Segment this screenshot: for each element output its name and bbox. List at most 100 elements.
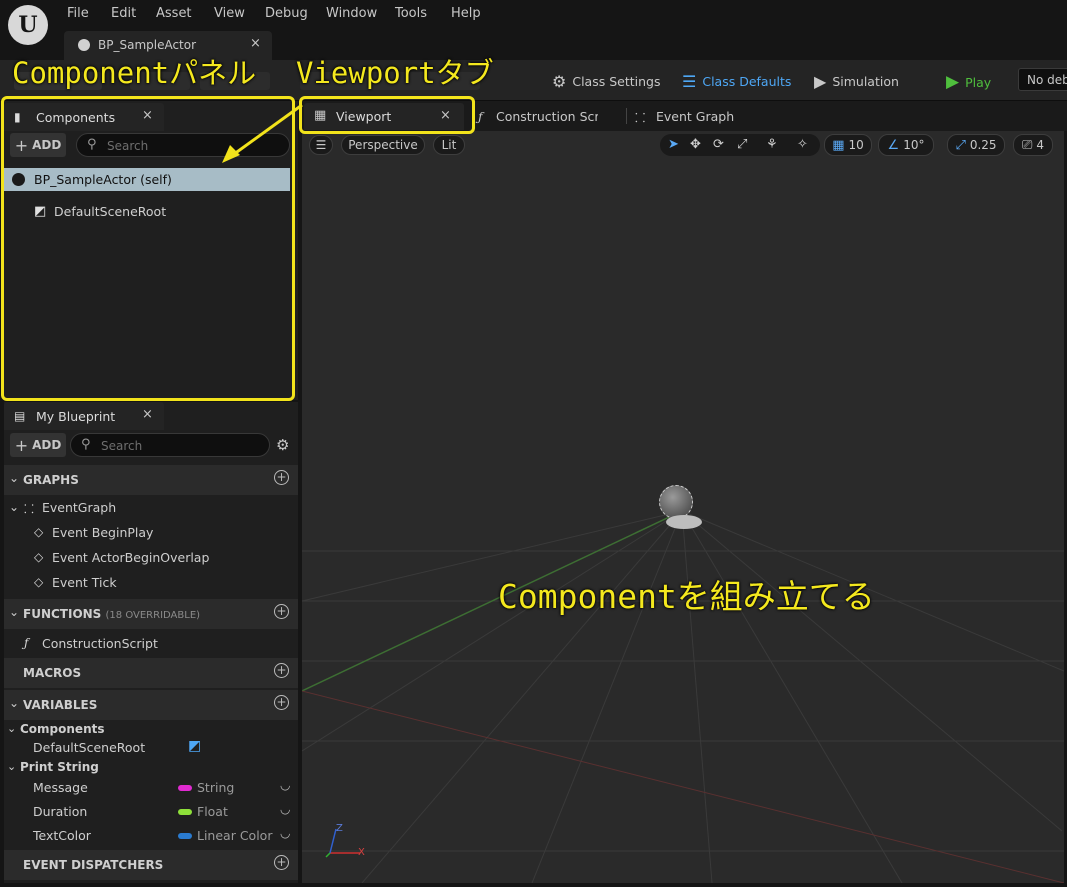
eye-closed-icon[interactable]: ◡	[280, 778, 290, 792]
actor-base-icon	[666, 515, 702, 529]
float-type-pill	[178, 809, 192, 815]
eye-closed-icon[interactable]: ◡	[280, 826, 290, 840]
annotation-component-panel: Componentパネル	[12, 56, 257, 90]
annotation-arrow	[222, 103, 303, 163]
menu-tools[interactable]: Tools	[395, 6, 427, 21]
book-icon: ▤	[14, 409, 26, 423]
menu-file[interactable]: File	[67, 6, 89, 21]
world-local-icon[interactable]: ⚘	[766, 137, 778, 152]
annotation-viewport-tab: Viewportタブ	[296, 56, 494, 90]
grid-icon: ▦	[832, 137, 845, 153]
viewport-menu-button[interactable]: ☰	[309, 135, 333, 155]
scene-component-type-icon: ◩	[188, 738, 202, 754]
menu-asset[interactable]: Asset	[156, 6, 192, 21]
my-blueprint-tab[interactable]: ▤ My Blueprint ×	[4, 402, 164, 430]
grid-snap-button[interactable]: ▦ 10	[824, 134, 872, 156]
camera-speed-button[interactable]: ⎚ 4	[1013, 134, 1053, 156]
add-variable-icon[interactable]: +	[274, 695, 289, 710]
functions-section-header[interactable]: ⌄ FUNCTIONS (18 OVERRIDABLE) +	[4, 599, 298, 629]
annotation-assemble-components: Componentを組み立てる	[498, 577, 875, 616]
sliders-icon: ☰	[682, 72, 697, 91]
function-icon: ƒ	[478, 109, 483, 124]
variables-section-header[interactable]: ⌄ VARIABLES +	[4, 690, 298, 720]
variable-type-string[interactable]: String	[197, 780, 234, 795]
event-dispatchers-section-header[interactable]: EVENT DISPATCHERS +	[4, 850, 298, 880]
perspective-button[interactable]: Perspective	[341, 135, 425, 155]
event-graph-icon: ⸬	[24, 502, 34, 516]
chevron-down-icon: ⌄	[9, 696, 20, 710]
variable-item-defaultsceneroot[interactable]: DefaultSceneRoot	[33, 740, 145, 755]
chevron-down-icon[interactable]: ⌄	[7, 722, 16, 735]
variable-type-float[interactable]: Float	[197, 804, 228, 819]
menu-edit[interactable]: Edit	[111, 6, 136, 21]
simulation-button[interactable]: ▶ Simulation	[814, 72, 899, 91]
chevron-down-icon[interactable]: ⌄	[7, 760, 16, 773]
actor-sphere-icon[interactable]	[659, 485, 693, 519]
graph-item-eventgraph[interactable]: EventGraph	[42, 500, 116, 515]
viewport[interactable]: Z X	[302, 131, 1064, 883]
search-icon: ⚲	[81, 437, 91, 452]
scale-icon[interactable]: ⤢	[737, 137, 747, 152]
lit-button[interactable]: Lit	[433, 135, 465, 155]
chevron-down-icon[interactable]: ⌄	[9, 500, 19, 514]
close-icon[interactable]: ×	[142, 407, 153, 422]
close-icon[interactable]: ×	[250, 36, 261, 51]
angle-icon: ∠	[887, 137, 900, 153]
event-graph-icon: ⸬	[635, 110, 646, 125]
play-button[interactable]: ▶ Play	[946, 72, 991, 92]
add-macro-icon[interactable]: +	[274, 663, 289, 678]
event-item-beginplay[interactable]: Event BeginPlay	[52, 525, 153, 540]
select-cursor-icon[interactable]: ➤	[668, 137, 679, 152]
camera-icon: ⎚	[1021, 137, 1033, 153]
plus-icon: +	[14, 435, 29, 455]
class-settings-button[interactable]: ⚙ Class Settings	[552, 72, 660, 91]
scale-snap-button[interactable]: ⤢ 0.25	[947, 134, 1005, 156]
add-function-icon[interactable]: +	[274, 604, 289, 619]
tab-event-graph[interactable]: Event Graph	[656, 109, 734, 124]
play-icon: ▶	[946, 72, 960, 92]
settings-gear-icon[interactable]: ⚙	[276, 436, 289, 454]
class-defaults-button[interactable]: ☰ Class Defaults	[682, 72, 791, 91]
variable-item-textcolor[interactable]: TextColor	[33, 828, 91, 843]
menu-debug[interactable]: Debug	[265, 6, 308, 21]
function-item-constructionscript[interactable]: ConstructionScript	[42, 636, 158, 651]
macros-section-header[interactable]: MACROS +	[4, 658, 298, 688]
menu-help[interactable]: Help	[451, 6, 481, 21]
blueprint-search-input[interactable]	[99, 436, 263, 456]
event-diamond-icon: ◇	[34, 575, 44, 589]
add-dispatcher-icon[interactable]: +	[274, 855, 289, 870]
event-diamond-icon: ◇	[34, 550, 44, 564]
rotate-icon[interactable]: ⟳	[713, 137, 724, 152]
chevron-down-icon: ⌄	[9, 471, 20, 485]
unreal-logo-icon[interactable]: U	[8, 5, 48, 45]
function-icon: ƒ	[24, 636, 29, 650]
event-item-actorbeginoverlap[interactable]: Event ActorBeginOverlap	[52, 550, 209, 565]
viewport-tab-highlight	[299, 96, 475, 134]
menu-window[interactable]: Window	[326, 6, 377, 21]
axis-x-label: X	[358, 847, 365, 858]
variable-item-duration[interactable]: Duration	[33, 804, 87, 819]
variable-item-message[interactable]: Message	[33, 780, 88, 795]
blueprint-search[interactable]: ⚲	[70, 433, 270, 457]
event-item-tick[interactable]: Event Tick	[52, 575, 117, 590]
string-type-pill	[178, 785, 192, 791]
surface-snap-icon[interactable]: ✧	[797, 137, 808, 152]
variable-category-components[interactable]: Components	[20, 722, 105, 736]
add-blueprint-item-button[interactable]: + ADD	[10, 433, 66, 457]
variable-type-linear-color[interactable]: Linear Color	[197, 828, 272, 843]
scale-arrow-icon: ⤢	[955, 137, 966, 153]
variable-category-print-string[interactable]: Print String	[20, 760, 99, 774]
hamburger-icon: ☰	[315, 138, 327, 152]
debug-object-select[interactable]: No debug	[1018, 68, 1067, 91]
menu-view[interactable]: View	[214, 6, 245, 21]
linear-color-type-pill	[178, 833, 192, 839]
eye-closed-icon[interactable]: ◡	[280, 802, 290, 816]
tab-divider	[626, 108, 627, 124]
gear-icon: ⚙	[552, 72, 567, 91]
event-diamond-icon: ◇	[34, 525, 44, 539]
graphs-section-header[interactable]: ⌄ GRAPHS +	[4, 465, 298, 495]
rotation-snap-button[interactable]: ∠ 10°	[878, 134, 934, 156]
add-graph-icon[interactable]: +	[274, 470, 289, 485]
tab-construction-script[interactable]: Construction Scrip	[496, 109, 598, 124]
move-icon[interactable]: ✥	[690, 137, 701, 152]
